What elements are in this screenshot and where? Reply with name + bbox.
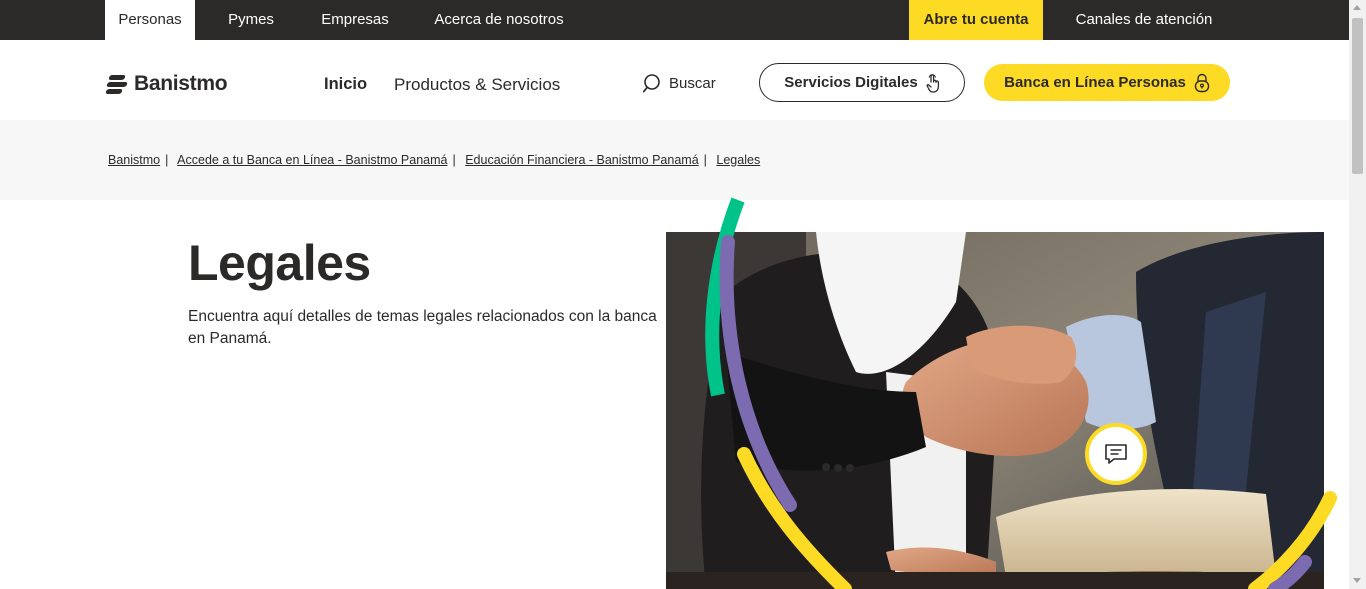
chat-icon: [1105, 444, 1127, 464]
online-banking-button[interactable]: Banca en Línea Personas: [984, 64, 1230, 101]
logo-text: Banistmo: [134, 72, 228, 95]
breadcrumb-separator: |: [703, 153, 707, 167]
open-account-button[interactable]: Abre tu cuenta: [909, 0, 1043, 40]
breadcrumb-separator: |: [452, 153, 456, 167]
hero-image: [666, 232, 1324, 589]
online-banking-label: Banca en Línea Personas: [1004, 74, 1186, 91]
page-title: Legales: [188, 235, 371, 291]
page-scrollbar[interactable]: [1349, 0, 1366, 589]
handshake-photo: [666, 232, 1324, 589]
tab-acerca[interactable]: Acerca de nosotros: [424, 0, 574, 40]
top-bar: Personas Pymes Empresas Acerca de nosotr…: [0, 0, 1349, 40]
breadcrumb-separator: |: [165, 153, 169, 167]
logo-mark-icon: [105, 74, 128, 94]
page: Personas Pymes Empresas Acerca de nosotr…: [0, 0, 1366, 589]
breadcrumb-banistmo[interactable]: Banistmo: [108, 153, 160, 167]
scrollbar-thumb[interactable]: [1352, 18, 1363, 174]
touch-icon: [926, 73, 939, 93]
nav-productos-servicios[interactable]: Productos & Servicios: [394, 75, 560, 95]
digital-services-label: Servicios Digitales: [784, 74, 918, 91]
breadcrumb-banca-en-linea[interactable]: Accede a tu Banca en Línea - Banistmo Pa…: [177, 153, 447, 167]
banistmo-logo[interactable]: Banistmo: [105, 72, 228, 96]
tab-empresas[interactable]: Empresas: [310, 0, 400, 40]
chat-button[interactable]: [1085, 423, 1147, 485]
nav-inicio[interactable]: Inicio: [324, 75, 367, 94]
search-label: Buscar: [669, 74, 716, 92]
breadcrumb-legales[interactable]: Legales: [716, 153, 760, 167]
scroll-up-arrow-icon[interactable]: [1353, 5, 1361, 10]
digital-services-button[interactable]: Servicios Digitales: [759, 63, 965, 102]
search-button[interactable]: Buscar: [643, 72, 716, 94]
breadcrumb: Banistmo | Accede a tu Banca en Línea - B…: [108, 153, 760, 167]
scroll-down-arrow-icon[interactable]: [1353, 578, 1361, 583]
page-description: Encuentra aquí detalles de temas legales…: [188, 308, 657, 347]
tab-personas[interactable]: Personas: [105, 0, 195, 40]
support-channels-link[interactable]: Canales de atención: [1063, 0, 1225, 40]
lock-icon: [1194, 73, 1210, 92]
tab-pymes[interactable]: Pymes: [212, 0, 290, 40]
breadcrumb-educacion-financiera[interactable]: Educación Financiera - Banistmo Panamá: [465, 153, 698, 167]
search-icon: [643, 74, 660, 93]
